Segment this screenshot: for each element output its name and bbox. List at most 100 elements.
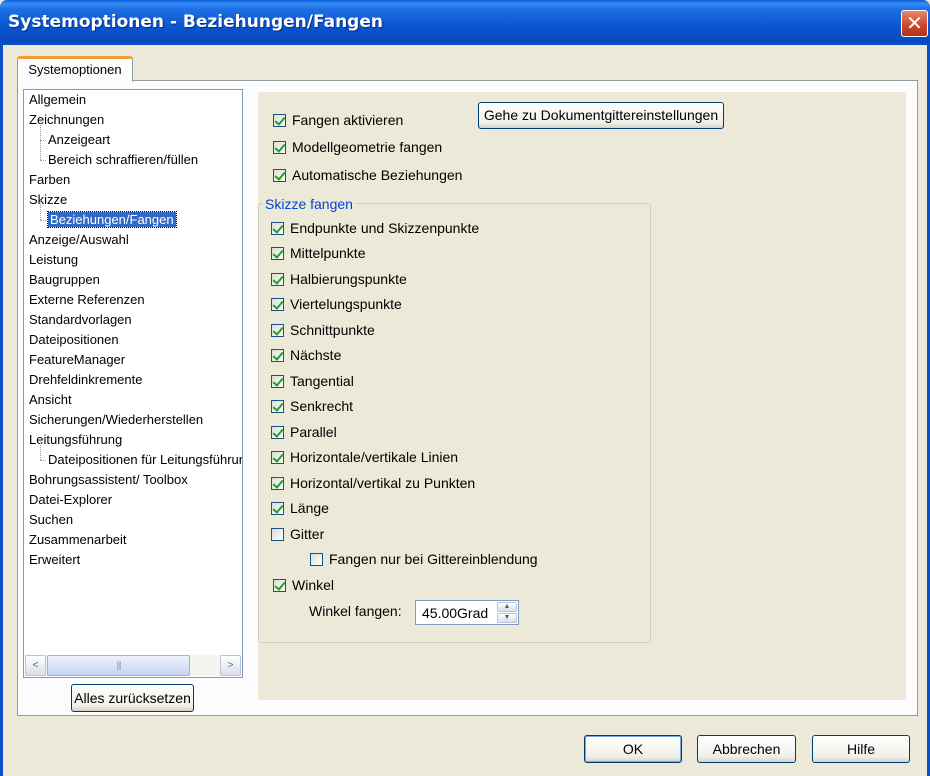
scroll-left-button[interactable]: < — [25, 655, 46, 676]
angle-snap-label: Winkel fangen: — [309, 603, 402, 619]
snap-option[interactable]: Parallel — [271, 422, 337, 442]
tree-connector — [40, 120, 41, 140]
snap-option[interactable]: Tangential — [271, 371, 354, 391]
tree-item[interactable]: Baugruppen — [29, 270, 100, 290]
option-label: Nächste — [290, 347, 342, 363]
option-label: Mittelpunkte — [290, 245, 366, 261]
tab-systemoptionen[interactable]: Systemoptionen — [17, 56, 133, 82]
cancel-button[interactable]: Abbrechen — [697, 735, 796, 763]
tree-item[interactable]: Dateipositionen für Leitungsführung — [48, 450, 242, 470]
tree-item-label: FeatureManager — [29, 352, 126, 367]
tree-item[interactable]: Zusammenarbeit — [29, 530, 127, 550]
checkbox[interactable] — [273, 114, 286, 127]
tree-item-label: Baugruppen — [29, 272, 100, 287]
tree-connector — [40, 220, 46, 221]
snap-option[interactable]: Horizontale/vertikale Linien — [271, 447, 458, 467]
tree-item-label: Ansicht — [29, 392, 72, 407]
tree-item[interactable]: Allgemein — [29, 90, 86, 110]
tree-item[interactable]: Farben — [29, 170, 70, 190]
snap-option[interactable]: Viertelungspunkte — [271, 294, 402, 314]
tree-item[interactable]: Dateipositionen — [29, 330, 119, 350]
checkbox[interactable] — [271, 298, 284, 311]
tree-item[interactable]: Skizze — [29, 190, 67, 210]
spin-up-icon[interactable]: ▲ — [497, 602, 517, 612]
tree-item[interactable]: Bohrungsassistent/ Toolbox — [29, 470, 188, 490]
tree-item-label: Skizze — [29, 192, 68, 207]
checkbox[interactable] — [271, 349, 284, 362]
checkbox[interactable] — [271, 502, 284, 515]
option-label: Endpunkte und Skizzenpunkte — [290, 220, 480, 236]
option-auto-relations[interactable]: Automatische Beziehungen — [273, 165, 462, 185]
snap-option[interactable]: Horizontal/vertikal zu Punkten — [271, 473, 475, 493]
options-tree[interactable]: Allgemein Zeichnungen Anzeigeart Bereich sc… — [23, 89, 243, 678]
checkbox[interactable] — [271, 375, 284, 388]
snap-option[interactable]: Mittelpunkte — [271, 243, 365, 263]
tree-item[interactable]: Sicherungen/Wiederherstellen — [29, 410, 203, 430]
checkbox[interactable] — [271, 247, 284, 260]
scroll-right-button[interactable]: > — [220, 655, 241, 676]
snap-option[interactable]: Endpunkte und Skizzenpunkte — [271, 218, 479, 238]
option-label: Senkrecht — [290, 398, 354, 414]
goto-grid-settings-button[interactable]: Gehe zu Dokumentgittereinstellungen — [478, 102, 724, 129]
snap-option[interactable]: Nächste — [271, 345, 341, 365]
tree-item-label: Drehfeldinkremente — [29, 372, 143, 387]
snap-option[interactable]: Schnittpunkte — [271, 320, 375, 340]
close-button[interactable]: ✕ — [901, 10, 928, 37]
snap-option[interactable]: Senkrecht — [271, 396, 353, 416]
checkbox[interactable] — [273, 141, 286, 154]
tree-item[interactable]: Anzeige/Auswahl — [29, 230, 129, 250]
tree-item[interactable]: Suchen — [29, 510, 73, 530]
tree-item-label: Erweitert — [29, 552, 81, 567]
snap-option[interactable]: Gitter — [271, 524, 324, 544]
option-grid-only[interactable]: Fangen nur bei Gittereinblendung — [310, 549, 538, 569]
help-button[interactable]: Hilfe — [812, 735, 910, 763]
checkbox[interactable] — [271, 426, 284, 439]
tree-item[interactable]: Datei-Explorer — [29, 490, 112, 510]
checkbox[interactable] — [273, 169, 286, 182]
option-angle[interactable]: Winkel — [273, 575, 334, 595]
option-label: Fangen aktivieren — [292, 112, 404, 128]
angle-snap-spinner[interactable]: 45.00Grad ▲ ▼ — [415, 600, 519, 625]
checkbox[interactable] — [273, 579, 286, 592]
snap-option[interactable]: Länge — [271, 498, 329, 518]
checkbox[interactable] — [271, 477, 284, 490]
tree-connector — [40, 160, 46, 161]
option-model-geometry[interactable]: Modellgeometrie fangen — [273, 137, 442, 157]
title-bar[interactable]: Systemoptionen - Beziehungen/Fangen ✕ — [0, 0, 930, 45]
tree-connector — [40, 440, 41, 460]
tree-item[interactable]: Leitungsführung — [29, 430, 122, 450]
option-snap-enable[interactable]: Fangen aktivieren — [273, 110, 403, 130]
checkbox[interactable] — [271, 273, 284, 286]
checkbox[interactable] — [271, 222, 284, 235]
ok-button[interactable]: OK — [584, 735, 682, 763]
tree-horizontal-scrollbar[interactable]: < ||| > — [25, 655, 241, 676]
tree-item[interactable]: Beziehungen/Fangen — [47, 210, 177, 230]
tree-item[interactable]: FeatureManager — [29, 350, 125, 370]
tree-item[interactable]: Standardvorlagen — [29, 310, 132, 330]
tree-item-label: Externe Referenzen — [29, 292, 145, 307]
angle-snap-value[interactable]: 45.00Grad — [422, 604, 488, 622]
checkbox[interactable] — [271, 528, 284, 541]
scroll-thumb[interactable]: ||| — [47, 655, 190, 676]
group-legend: Skizze fangen — [263, 196, 355, 212]
tree-item[interactable]: Externe Referenzen — [29, 290, 145, 310]
close-icon: ✕ — [906, 11, 923, 35]
tree-item[interactable]: Drehfeldinkremente — [29, 370, 142, 390]
option-label: Horizontale/vertikale Linien — [290, 449, 459, 465]
option-label: Modellgeometrie fangen — [292, 139, 443, 155]
checkbox[interactable] — [271, 451, 284, 464]
checkbox[interactable] — [271, 400, 284, 413]
chevron-left-icon: < — [32, 660, 39, 671]
spin-down-icon[interactable]: ▼ — [497, 613, 517, 623]
tree-item[interactable]: Erweitert — [29, 550, 80, 570]
checkbox[interactable] — [310, 553, 323, 566]
checkbox[interactable] — [271, 324, 284, 337]
reset-all-button[interactable]: Alles zurücksetzen — [71, 684, 194, 712]
tree-item[interactable]: Bereich schraffieren/füllen — [48, 150, 198, 170]
tree-item[interactable]: Ansicht — [29, 390, 72, 410]
tree-item[interactable]: Anzeigeart — [48, 130, 110, 150]
tree-item[interactable]: Leistung — [29, 250, 78, 270]
snap-option[interactable]: Halbierungspunkte — [271, 269, 407, 289]
option-label: Fangen nur bei Gittereinblendung — [329, 551, 538, 567]
option-label: Länge — [290, 500, 329, 516]
